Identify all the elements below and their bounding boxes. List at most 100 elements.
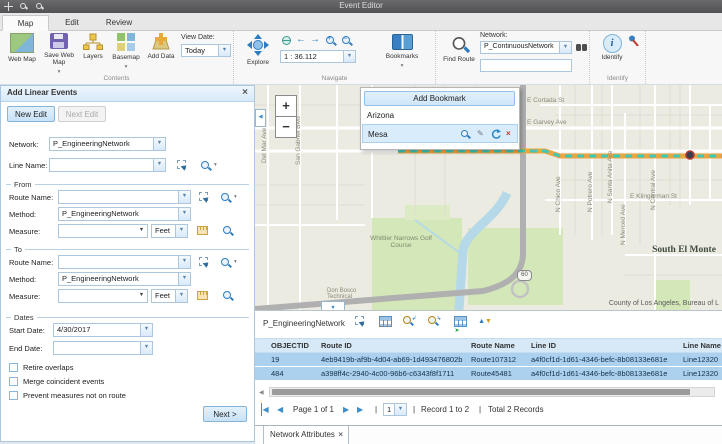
from-unit-field[interactable]: Feet▼	[151, 224, 188, 238]
zoom-out-map-icon[interactable]: −	[342, 36, 350, 46]
network-field[interactable]: P_EngineeringNetwork ▼	[49, 137, 166, 151]
refresh-bookmark-icon[interactable]	[491, 129, 501, 139]
zoom-to-measure-icon[interactable]	[223, 226, 231, 236]
pan-to-selection-icon[interactable]: ↳	[427, 316, 443, 331]
zoom-to-selection-icon[interactable]: ↲	[402, 316, 418, 331]
scroll-left-arrow[interactable]: ◀	[259, 389, 264, 396]
zoom-in-map-icon[interactable]: +	[326, 36, 334, 46]
add-bookmark-button[interactable]: Add Bookmark	[364, 91, 515, 106]
tab-network-attributes[interactable]: Network Attributes ×	[263, 426, 349, 444]
table-row[interactable]: 19 4eb9419b-af9b-4d04-ab69-1d493476802b …	[255, 353, 722, 367]
column-header[interactable]: OBJECTID	[271, 339, 321, 352]
column-header[interactable]: Route Name	[471, 339, 529, 352]
column-header[interactable]: Route ID	[321, 339, 469, 352]
start-date-field[interactable]: 4/30/2017▼	[53, 323, 153, 337]
measure-tool-icon[interactable]	[197, 291, 208, 302]
bookmark-item-mesa[interactable]: Mesa ✎ ×	[362, 124, 518, 143]
explore-button[interactable]: Explore	[242, 34, 274, 66]
chevron-down-icon[interactable]: ▾	[234, 195, 237, 200]
end-date-field[interactable]: ▼	[53, 341, 153, 355]
last-page-icon[interactable]: ▶	[357, 403, 365, 416]
merge-coincident-checkbox[interactable]	[9, 377, 18, 386]
view-date-select[interactable]: Today ▼	[181, 44, 231, 57]
first-page-icon[interactable]: ◀	[261, 403, 269, 416]
binoculars-icon[interactable]	[576, 44, 581, 53]
zoom-to-route-icon[interactable]	[221, 193, 229, 203]
to-unit-field[interactable]: Feet▼	[151, 289, 188, 303]
from-measure-field[interactable]: ▼	[58, 224, 148, 238]
map-zoom-out-button[interactable]: −	[275, 116, 297, 138]
new-edit-button[interactable]: New Edit	[7, 106, 55, 122]
zoom-to-measure-icon[interactable]	[223, 291, 231, 301]
from-method-field[interactable]: P_EngineeringNetwork▼	[58, 207, 191, 221]
select-route-on-map-icon[interactable]	[199, 257, 209, 269]
next-button[interactable]: Next >	[203, 406, 247, 422]
zoom-to-line-icon[interactable]	[201, 161, 209, 171]
chevron-down-icon[interactable]: ▾	[234, 260, 237, 265]
bookmark-item-arizona[interactable]: Arizona	[362, 109, 518, 123]
attribute-table-panel: P_EngineeringNetwork ↲ ↳ ➤ ▲▼ OBJECTID R…	[255, 310, 722, 444]
line-name-field[interactable]: ▼	[49, 158, 166, 172]
next-edit-button[interactable]: Next Edit	[58, 106, 106, 122]
add-data-button[interactable]: Add Data	[144, 33, 178, 60]
street-label: E Cortada St	[527, 97, 564, 104]
back-arrow-icon[interactable]: ←	[296, 35, 306, 45]
collapse-table-tab[interactable]: ▼	[321, 301, 345, 310]
network-select[interactable]: P_ContinuousNetwork ▼	[480, 41, 572, 54]
to-measure-field[interactable]: ▼	[58, 289, 148, 303]
scrollbar-thumb[interactable]	[272, 389, 690, 395]
select-line-on-map-icon[interactable]	[177, 160, 187, 172]
chevron-down-icon[interactable]: ▾	[214, 163, 217, 168]
collapse-panel-tab[interactable]: ◀	[255, 109, 266, 127]
from-route-name-field[interactable]: ▼	[58, 190, 191, 204]
tab-review[interactable]: Review	[95, 15, 143, 31]
method-label: Method:	[9, 275, 36, 284]
map-scale-select[interactable]: 1 : 36.112 ▼	[280, 50, 356, 63]
chevron-down-icon: ▼	[343, 51, 355, 62]
show-selected-records-icon[interactable]: ➤	[452, 316, 468, 331]
to-section-divider: To	[6, 249, 249, 250]
prev-page-icon[interactable]: ◀	[277, 403, 283, 416]
map-zoom-in-button[interactable]: +	[275, 95, 297, 117]
app-title: Event Editor	[0, 1, 722, 10]
route-input[interactable]	[480, 59, 572, 72]
select-route-on-map-icon[interactable]	[199, 192, 209, 204]
to-method-field[interactable]: P_EngineeringNetwork▼	[58, 272, 191, 286]
bookmarks-icon	[392, 34, 413, 50]
delete-bookmark-icon[interactable]: ×	[506, 129, 511, 138]
edit-bookmark-icon[interactable]: ✎	[477, 129, 484, 138]
find-route-button[interactable]: Find Route	[442, 36, 476, 63]
tab-edit[interactable]: Edit	[49, 15, 95, 31]
select-records-icon[interactable]	[352, 316, 368, 331]
zoom-to-route-icon[interactable]	[221, 258, 229, 268]
next-page-icon[interactable]: ▶	[343, 403, 349, 416]
zoom-to-bookmark-icon[interactable]	[461, 130, 468, 139]
column-header[interactable]: Line ID	[531, 339, 681, 352]
table-row[interactable]: 484 a398ff4c-2940-4c00-96b6-c6343f8f1711…	[255, 367, 722, 381]
basemap-button[interactable]: Basemap ▾	[109, 33, 143, 70]
retire-overlaps-checkbox[interactable]	[9, 363, 18, 372]
forward-arrow-icon[interactable]: →	[310, 35, 320, 45]
chevron-down-icon: ▼	[136, 225, 147, 237]
total-records-text: Total 2 Records	[488, 403, 544, 416]
page-number-select[interactable]: 1 ▼	[383, 403, 407, 416]
bookmarks-button[interactable]: Bookmarks ▾	[380, 34, 424, 69]
measure-tool-icon[interactable]	[197, 226, 208, 237]
web-map-icon	[10, 33, 34, 53]
column-header[interactable]: Line Name	[683, 339, 722, 352]
chevron-down-icon: ▼	[178, 208, 190, 220]
horizontal-scrollbar[interactable]	[269, 387, 715, 397]
web-map-button[interactable]: Web Map	[4, 33, 40, 63]
sort-icon[interactable]: ▲▼	[477, 316, 493, 331]
identify-button[interactable]: Identify	[598, 34, 626, 61]
prevent-measures-checkbox[interactable]	[9, 391, 18, 400]
layers-button[interactable]: Layers	[78, 33, 108, 60]
open-table-icon[interactable]	[377, 316, 393, 331]
close-panel-icon[interactable]: ×	[242, 87, 248, 98]
close-tab-icon[interactable]: ×	[338, 426, 343, 443]
pin-icon[interactable]	[628, 35, 639, 46]
to-route-name-field[interactable]: ▼	[58, 255, 191, 269]
tab-map[interactable]: Map	[2, 15, 49, 31]
save-web-map-button[interactable]: Save Web Map ▾	[42, 33, 76, 75]
globe-icon[interactable]	[282, 36, 291, 47]
